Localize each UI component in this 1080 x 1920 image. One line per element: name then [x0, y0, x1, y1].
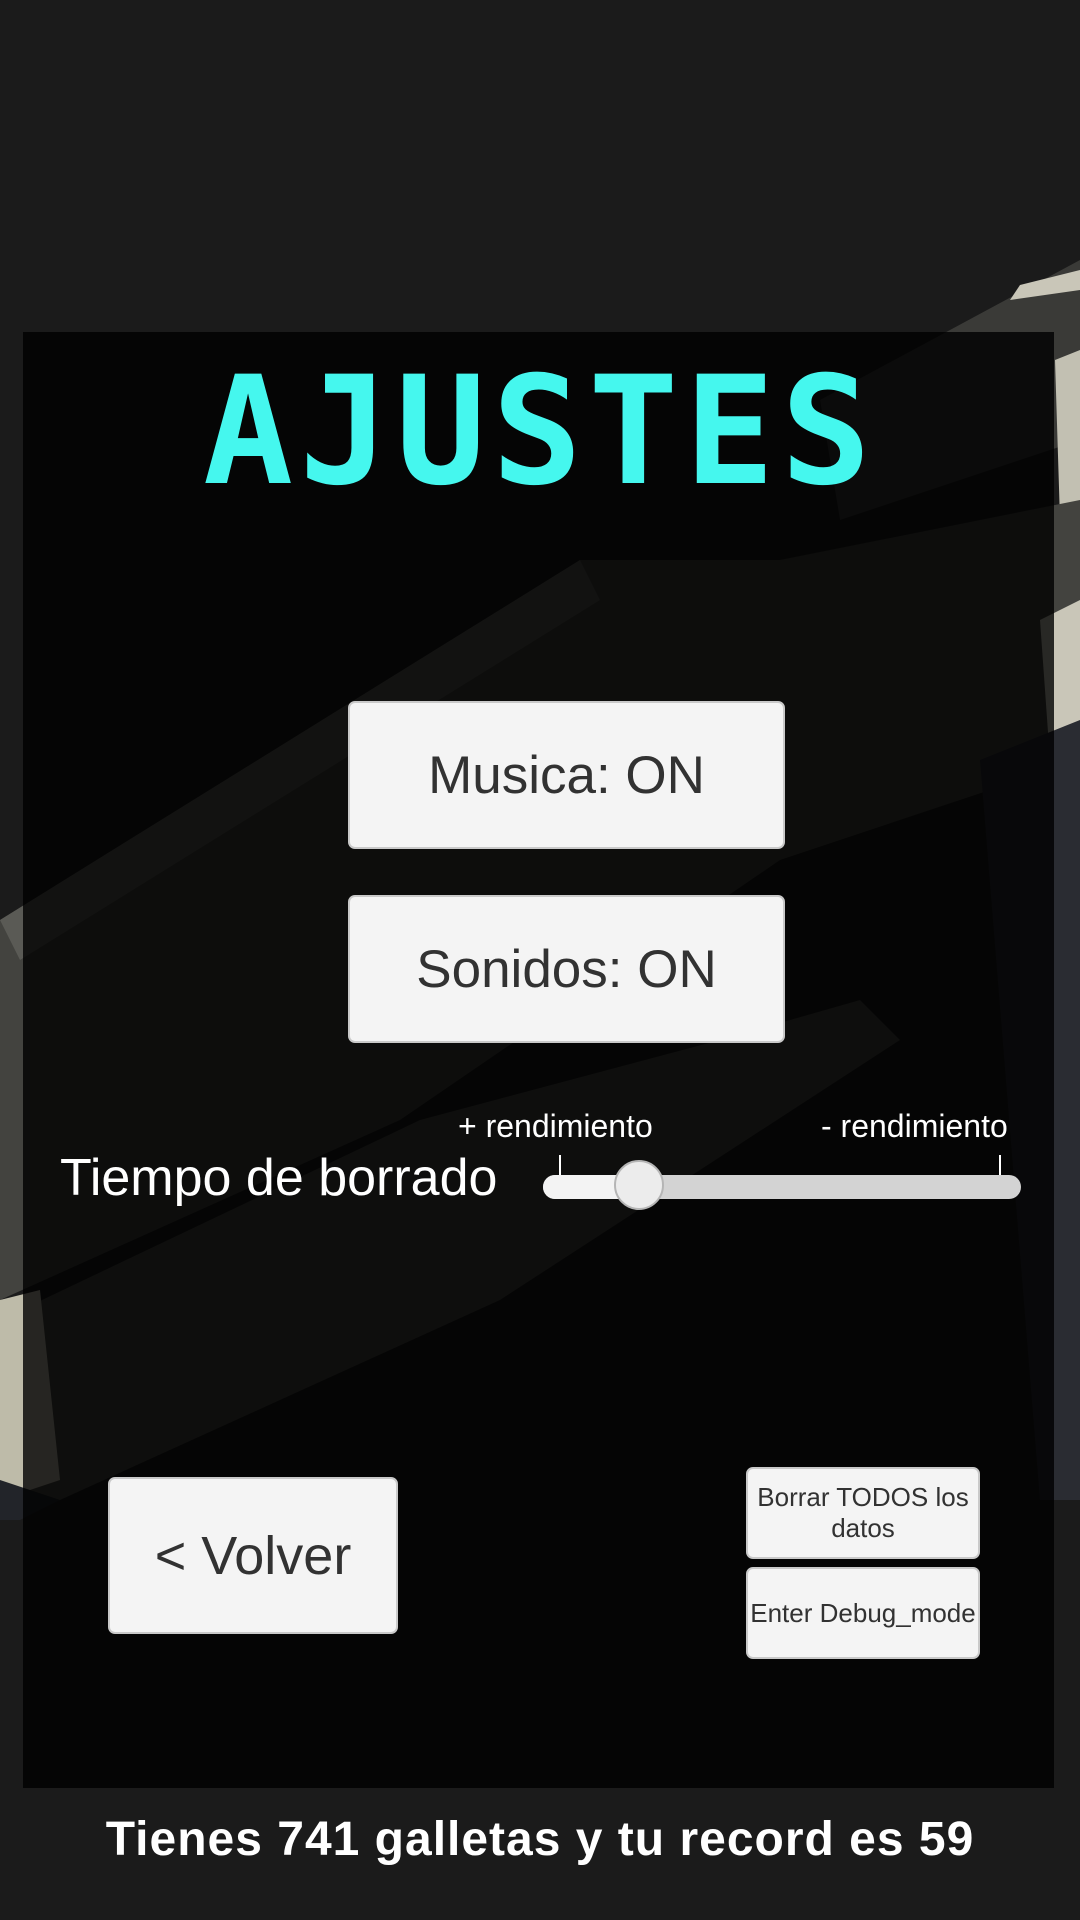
- delete-time-slider[interactable]: [543, 1160, 1021, 1210]
- sounds-toggle-button[interactable]: Sonidos: ON: [348, 895, 785, 1043]
- slider-max-hint: - rendimiento: [821, 1108, 1008, 1144]
- cookies-record-status: Tienes 741 galletas y tu record es 59: [105, 1813, 975, 1866]
- slider-label: Tiempo de borrado: [60, 1149, 498, 1207]
- delete-all-data-button[interactable]: Borrar TODOS los datos: [746, 1467, 980, 1559]
- back-button[interactable]: < Volver: [108, 1477, 398, 1634]
- debug-mode-button[interactable]: Enter Debug_mode: [746, 1567, 980, 1659]
- slider-thumb[interactable]: [614, 1160, 664, 1210]
- slider-min-hint: + rendimiento: [458, 1108, 653, 1144]
- settings-title: AJUSTES: [202, 345, 878, 519]
- music-toggle-button[interactable]: Musica: ON: [348, 701, 785, 849]
